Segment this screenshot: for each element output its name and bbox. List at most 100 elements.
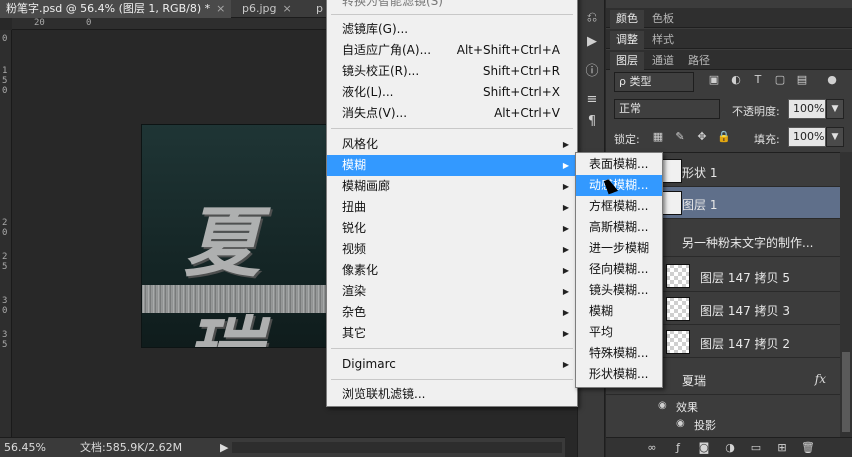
menu-item-motion-blur[interactable]: 动感模糊... [576,175,662,196]
menu-item-shortcut: Shift+Ctrl+R [482,64,560,78]
menu-item-video[interactable]: 视频 ▶ [327,239,577,260]
layer-filter-kind-select[interactable]: ρ 类型 [614,72,694,92]
lock-image-icon[interactable]: ✎ [672,129,688,145]
tab-channels[interactable]: 通道 [646,52,680,70]
menu-item-distort[interactable]: 扭曲 ▶ [327,197,577,218]
blend-mode-select[interactable]: 正常 [614,99,720,119]
menu-item-label: 杂色 [342,305,367,319]
tab-paths[interactable]: 路径 [682,52,716,70]
menu-item-shortcut: Alt+Shift+Ctrl+A [456,43,560,57]
menu-item-other[interactable]: 其它 ▶ [327,323,577,344]
eye-icon[interactable]: ◉ [676,418,685,429]
tab-adjustments[interactable]: 调整 [610,31,644,49]
menu-item-label: 高斯模糊... [589,220,649,234]
menu-item-stylize[interactable]: 风格化 ▶ [327,134,577,155]
menu-item-shortcut: Alt+Ctrl+V [494,106,560,120]
opacity-dropdown-button[interactable]: ▼ [826,99,844,119]
layer-name: 另一种粉末文字的制作... [682,236,814,250]
menu-item-blur[interactable]: 模糊 ▶ [327,155,577,176]
tab-styles[interactable]: 样式 [646,31,680,49]
tab-color[interactable]: 颜色 [610,10,644,28]
new-layer-icon[interactable]: ⊞ [774,440,790,456]
menu-item-label: 视频 [342,242,367,256]
menu-item-radial-blur[interactable]: 径向模糊... [576,259,662,280]
adjustment-layer-icon[interactable]: ◑ [722,440,738,456]
menu-item-label: 液化(L)... [342,85,394,99]
pixel-filter-icon[interactable]: ▣ [706,72,722,88]
menu-item-label: 消失点(V)... [342,106,408,120]
submenu-arrow-icon: ▶ [562,329,569,338]
document-size: 文档:585.9K/2.62M [80,441,183,454]
layers-panel-tabs: 图层 通道 路径 [606,50,852,70]
document-tab-active[interactable]: 粉笔字.psd @ 56.4% (图层 1, RGB/8) * × [0,0,232,18]
type-filter-icon[interactable]: T [750,72,766,88]
menu-item-adaptive-wide-angle[interactable]: 自适应广角(A)... Alt+Shift+Ctrl+A [327,40,577,61]
menu-item-label: 渲染 [342,284,367,298]
layer-effect-row[interactable]: ◉ 投影 [606,416,840,434]
layer-name: 图层 147 拷贝 3 [700,304,790,318]
fill-input[interactable]: 100% [788,127,826,147]
new-group-icon[interactable]: ▭ [748,440,764,456]
menu-separator [331,14,573,15]
horizontal-scrollbar[interactable] [232,442,562,453]
layer-name: 形状 1 [682,166,718,180]
opacity-input[interactable]: 100% [788,99,826,119]
menu-item-noise[interactable]: 杂色 ▶ [327,302,577,323]
close-icon[interactable]: × [283,2,292,15]
lock-position-icon[interactable]: ✥ [694,129,710,145]
menu-item-sharpen[interactable]: 锐化 ▶ [327,218,577,239]
tab-swatches[interactable]: 色板 [646,10,680,28]
ruler-tick-label: 20 [34,18,45,28]
menu-item-blur-gallery[interactable]: 模糊画廊 ▶ [327,176,577,197]
info-icon[interactable]: ⓘ [582,62,602,82]
layer-fx-icon[interactable]: fx [815,372,826,386]
adjustment-filter-icon[interactable]: ◐ [728,72,744,88]
lock-all-icon[interactable]: 🔒 [716,129,732,145]
properties-icon[interactable]: ≡ [582,90,602,110]
status-menu-arrow[interactable]: ▶ [220,438,228,457]
menu-item-smart-blur[interactable]: 特殊模糊... [576,343,662,364]
filter-toggle-icon[interactable]: ● [824,72,840,88]
menu-item-blur-more[interactable]: 进一步模糊 [576,238,662,259]
menu-item-convert-smart-filter[interactable]: 转换为智能滤镜(S) [327,0,577,12]
document-canvas[interactable]: 夏瑞 [141,124,341,348]
actions-icon[interactable]: ▶ [582,32,602,52]
menu-item-surface-blur[interactable]: 表面模糊... [576,154,662,175]
add-mask-icon[interactable]: ◙ [696,440,712,456]
paragraph-icon[interactable]: ¶ [582,112,602,132]
layer-effects-row[interactable]: ◉ 效果 [606,398,840,416]
tab-layers[interactable]: 图层 [610,52,644,70]
menu-item-render[interactable]: 渲染 ▶ [327,281,577,302]
menu-item-digimarc[interactable]: Digimarc ▶ [327,354,577,375]
fill-dropdown-button[interactable]: ▼ [826,127,844,147]
eye-icon[interactable]: ◉ [658,400,667,411]
menu-item-filter-gallery[interactable]: 滤镜库(G)... [327,19,577,40]
layers-scrollbar[interactable] [840,152,852,437]
shape-filter-icon[interactable]: ▢ [772,72,788,88]
menu-item-blur-simple[interactable]: 模糊 [576,301,662,322]
smart-object-filter-icon[interactable]: ▤ [794,72,810,88]
document-tab[interactable]: p6.jpg × [236,0,298,18]
ruler-tick-label: 2 [2,218,8,228]
link-layers-icon[interactable]: ∞ [644,440,660,456]
menu-item-browse-filters-online[interactable]: 浏览联机滤镜... [327,384,577,405]
menu-item-vanishing-point[interactable]: 消失点(V)... Alt+Ctrl+V [327,103,577,124]
menu-item-box-blur[interactable]: 方框模糊... [576,196,662,217]
lock-transparent-icon[interactable]: ▦ [650,129,666,145]
menu-item-gaussian-blur[interactable]: 高斯模糊... [576,217,662,238]
zoom-level[interactable]: 56.45% [4,438,46,457]
layer-style-icon[interactable]: ƒ [670,440,686,456]
scrollbar-thumb[interactable] [842,352,850,432]
close-icon[interactable]: × [216,2,225,15]
menu-item-label: 像素化 [342,263,379,277]
history-icon[interactable]: ⎌ [582,8,602,28]
menu-item-liquify[interactable]: 液化(L)... Shift+Ctrl+X [327,82,577,103]
menu-item-average[interactable]: 平均 [576,322,662,343]
menu-item-lens-blur[interactable]: 镜头模糊... [576,280,662,301]
menu-item-pixelate[interactable]: 像素化 ▶ [327,260,577,281]
menu-item-lens-correction[interactable]: 镜头校正(R)... Shift+Ctrl+R [327,61,577,82]
effects-label: 效果 [676,401,698,414]
menu-item-label: 风格化 [342,137,379,151]
menu-item-shape-blur[interactable]: 形状模糊... [576,364,662,385]
delete-layer-icon[interactable]: 🗑 [800,440,816,456]
